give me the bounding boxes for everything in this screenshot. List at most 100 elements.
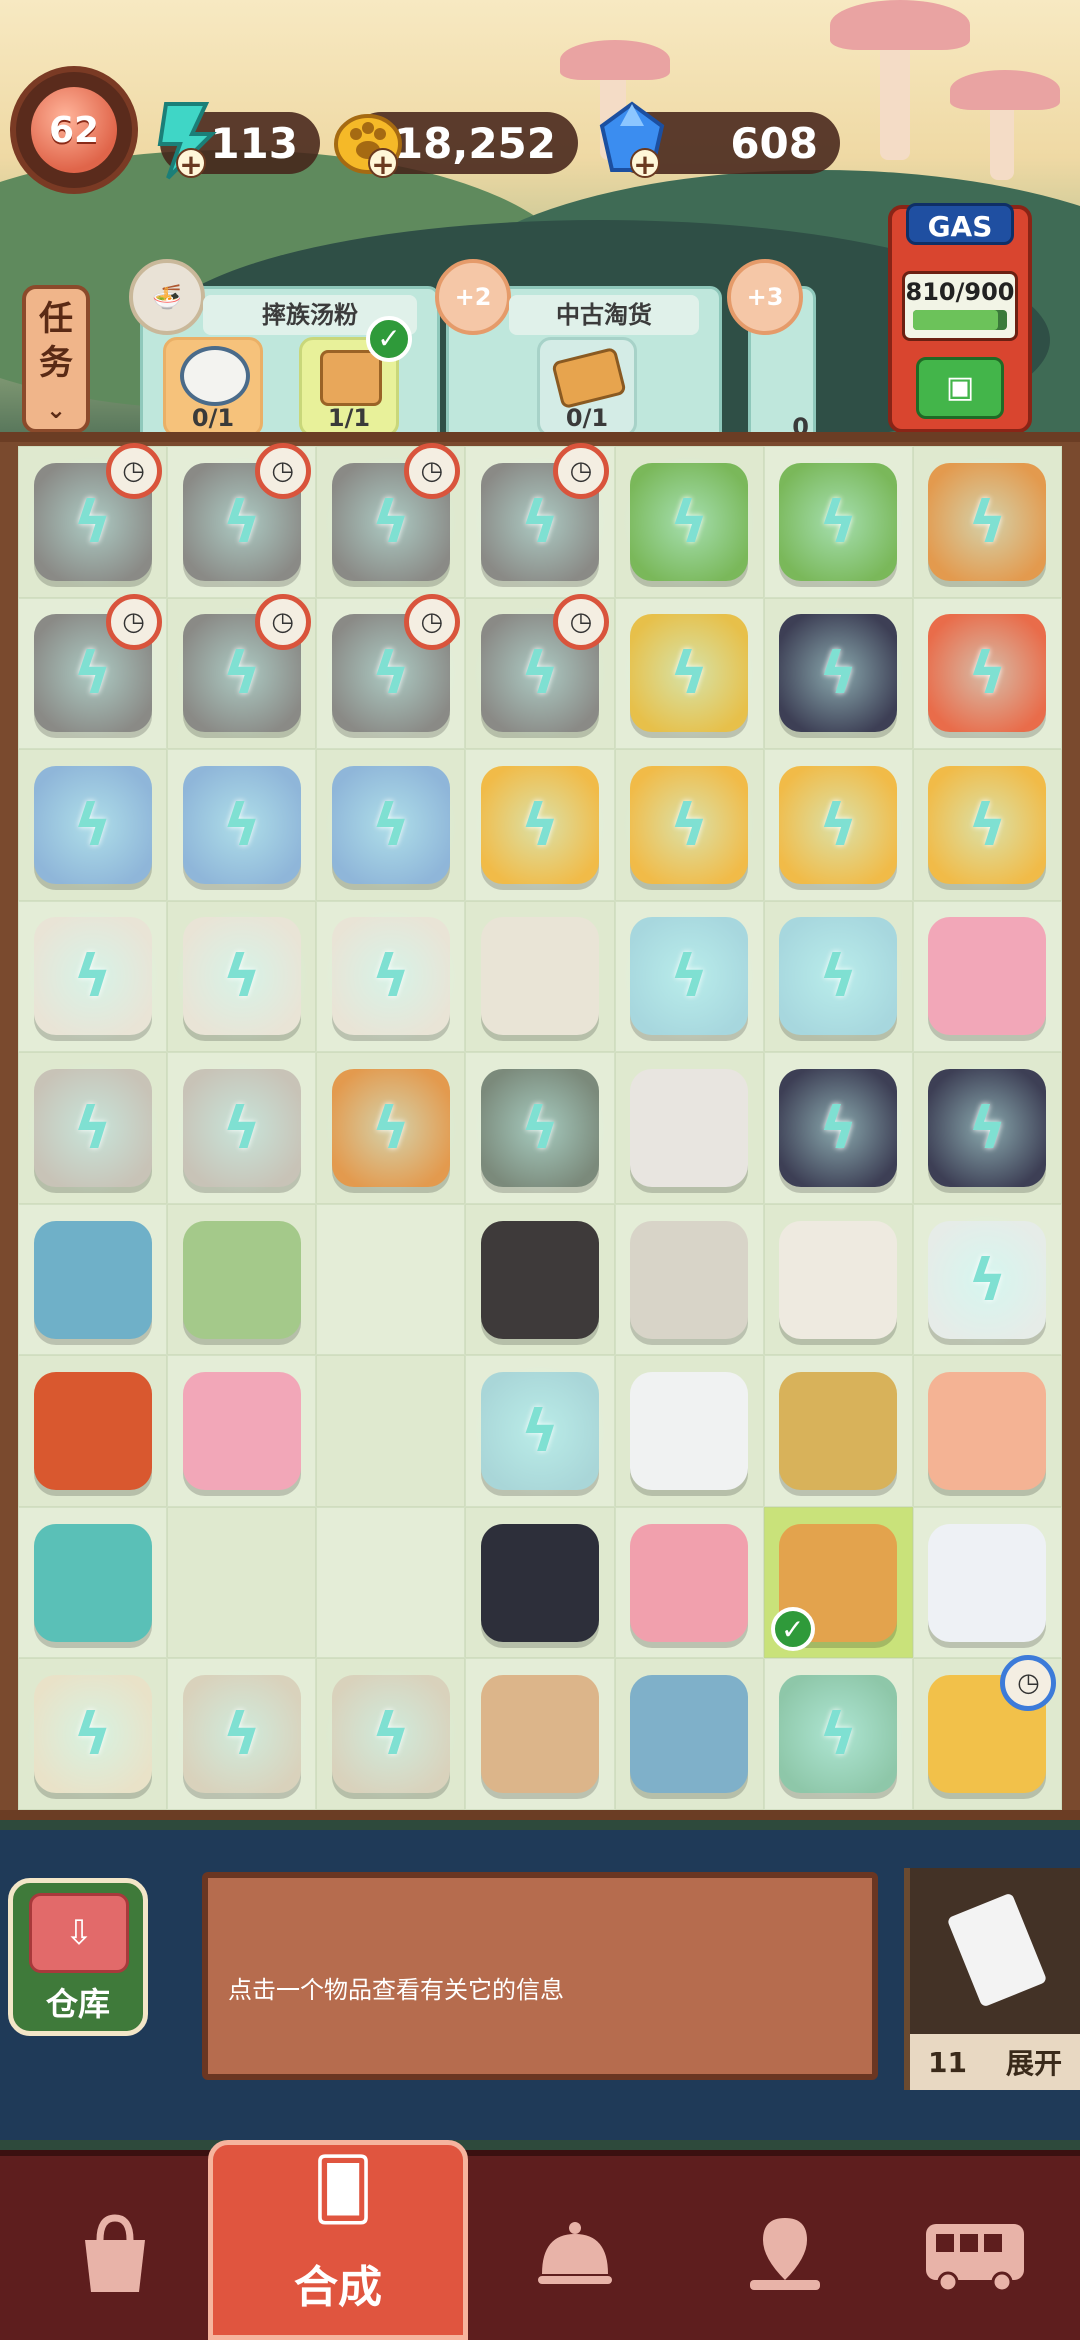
timer-item-icon[interactable]: ϟ ◷ bbox=[25, 594, 162, 741]
basket-item-icon[interactable]: ϟ bbox=[25, 1060, 160, 1195]
board-cell[interactable]: ϟ bbox=[465, 1355, 615, 1507]
cloth-item-icon[interactable] bbox=[928, 1523, 1047, 1642]
board-cell[interactable]: ϟ bbox=[763, 446, 913, 598]
board-cell[interactable]: ϟ bbox=[912, 749, 1062, 901]
brush-item-icon[interactable] bbox=[182, 1372, 301, 1491]
board-cell[interactable]: ϟ ◷ bbox=[316, 442, 466, 598]
box-item-icon[interactable]: ϟ bbox=[622, 757, 757, 892]
printer-item-icon[interactable] bbox=[480, 917, 599, 1036]
board-cell[interactable]: ϟ bbox=[912, 1052, 1062, 1204]
board-cell[interactable]: ϟ ◷ bbox=[167, 442, 317, 598]
board-cell[interactable]: ϟ bbox=[18, 749, 168, 901]
timer-item-icon[interactable]: ϟ ◷ bbox=[174, 442, 311, 589]
board-cell[interactable] bbox=[614, 1658, 764, 1810]
warehouse-button[interactable]: ⇩ 仓库 bbox=[8, 1878, 148, 2036]
board-cell[interactable]: ϟ bbox=[912, 597, 1062, 750]
roller-item-icon[interactable]: ϟ bbox=[771, 1667, 906, 1802]
board-cell[interactable]: ϟ bbox=[763, 900, 913, 1053]
board-cell[interactable] bbox=[18, 1203, 168, 1356]
printer-item-icon[interactable]: ϟ bbox=[174, 909, 309, 1044]
board-cell[interactable] bbox=[316, 1506, 466, 1659]
add-coin-button[interactable]: + bbox=[368, 148, 398, 180]
tin-item-icon[interactable] bbox=[33, 1523, 152, 1642]
player-level-badge[interactable]: 62 bbox=[10, 66, 138, 194]
notebook-item-icon[interactable]: ϟ bbox=[25, 757, 160, 892]
board-cell[interactable]: ϟ ◷ bbox=[18, 594, 168, 750]
timer-item-icon[interactable]: ϟ ◷ bbox=[25, 442, 162, 589]
add-energy-button[interactable]: + bbox=[176, 148, 206, 180]
jar-item-icon[interactable]: ϟ bbox=[920, 1060, 1055, 1195]
board-cell[interactable]: ϟ bbox=[763, 749, 913, 901]
rainbow-item-icon[interactable]: ϟ bbox=[920, 606, 1055, 741]
tray-item-icon[interactable] bbox=[480, 1675, 599, 1794]
hat-item-icon[interactable]: ϟ bbox=[622, 606, 757, 741]
basket-item-icon[interactable]: ϟ bbox=[174, 1060, 309, 1195]
board-cell[interactable] bbox=[465, 900, 615, 1053]
tree-item-icon[interactable]: ϟ bbox=[622, 454, 757, 589]
board-cell[interactable]: ϟ bbox=[912, 1203, 1062, 1356]
nav-bus-icon[interactable] bbox=[900, 2190, 1050, 2320]
case-item-icon[interactable]: ϟ bbox=[622, 909, 757, 1044]
board-cell[interactable] bbox=[614, 1355, 764, 1507]
timer-item-icon[interactable]: ϟ ◷ bbox=[323, 594, 460, 741]
nav-map-pin-icon[interactable] bbox=[710, 2190, 860, 2320]
box-item-icon[interactable]: ϟ bbox=[472, 757, 607, 892]
board-cell[interactable]: ϟ bbox=[614, 446, 764, 598]
board-cell[interactable]: ϟ ◷ bbox=[465, 594, 615, 750]
bed-item-icon[interactable]: ϟ bbox=[323, 1667, 458, 1802]
cake-item-icon[interactable]: ϟ bbox=[472, 1364, 607, 1499]
bowl-item-icon[interactable] bbox=[630, 1220, 749, 1339]
requirement-lunchbox[interactable]: 1/1 ✓ bbox=[299, 316, 412, 437]
jar-item-icon[interactable]: ϟ bbox=[771, 606, 906, 741]
timer-item-icon[interactable]: ϟ ◷ bbox=[472, 594, 609, 741]
requirement-noodle-bowl[interactable]: 0/1 bbox=[163, 337, 263, 437]
board-cell[interactable]: ϟ bbox=[18, 1658, 168, 1810]
task-card[interactable]: +2 中古淘货 0/1 bbox=[435, 259, 722, 444]
task-card[interactable]: 🍜 摔族汤粉 0/1 1/1 ✓ bbox=[129, 259, 440, 444]
gas-refill-button[interactable]: ▣ bbox=[916, 357, 1004, 419]
drone-item-icon[interactable]: ◷ bbox=[928, 1655, 1057, 1794]
tasks-tab[interactable]: 任务 ⌄ bbox=[22, 285, 90, 433]
board-cell[interactable] bbox=[18, 1355, 168, 1507]
picture-item-icon[interactable] bbox=[630, 1675, 749, 1794]
bottles-item-icon[interactable] bbox=[630, 1372, 749, 1491]
bed-item-icon[interactable]: ϟ bbox=[174, 1667, 309, 1802]
task-card-partial[interactable]: +3 0 bbox=[727, 259, 816, 444]
brush-item-icon[interactable] bbox=[928, 917, 1047, 1036]
board-cell[interactable]: ϟ bbox=[18, 1052, 168, 1204]
board-cell[interactable]: ϟ bbox=[18, 900, 168, 1053]
board-cell[interactable]: ϟ bbox=[167, 749, 317, 901]
ink-item-icon[interactable] bbox=[630, 1068, 749, 1187]
bag-item-icon[interactable] bbox=[779, 1220, 898, 1339]
pot-item-icon[interactable]: ϟ bbox=[323, 1060, 458, 1195]
board-cell[interactable] bbox=[912, 900, 1062, 1053]
board-cell[interactable]: ϟ bbox=[763, 597, 913, 750]
board-cell[interactable] bbox=[316, 1355, 466, 1507]
pan-item-icon[interactable]: ϟ bbox=[472, 1060, 607, 1195]
cup-item-icon[interactable] bbox=[630, 1523, 749, 1642]
board-cell[interactable]: ϟ bbox=[614, 900, 764, 1053]
board-cell[interactable]: ϟ bbox=[912, 446, 1062, 598]
sauce-item-icon[interactable] bbox=[33, 1372, 152, 1491]
board-cell[interactable]: ϟ ◷ bbox=[167, 594, 317, 750]
notebook-item-icon[interactable]: ϟ bbox=[323, 757, 458, 892]
ink-bottle-item-icon[interactable] bbox=[480, 1523, 599, 1642]
board-cell[interactable]: ϟ bbox=[316, 1658, 466, 1810]
nav-shop-bag-icon[interactable] bbox=[40, 2190, 190, 2320]
board-cell[interactable]: ϟ bbox=[465, 749, 615, 901]
board-cell[interactable] bbox=[465, 1658, 615, 1810]
nav-service-bell-icon[interactable] bbox=[500, 2190, 650, 2320]
board-cell[interactable] bbox=[912, 1506, 1062, 1659]
box-item-icon[interactable]: ϟ bbox=[771, 757, 906, 892]
board-cell[interactable] bbox=[167, 1506, 317, 1659]
mat-item-icon[interactable] bbox=[779, 1372, 898, 1491]
pot-item-icon[interactable]: ϟ bbox=[920, 454, 1055, 589]
board-cell[interactable]: ϟ bbox=[167, 900, 317, 1053]
timer-item-icon[interactable]: ϟ ◷ bbox=[472, 442, 609, 589]
case-item-icon[interactable]: ϟ bbox=[771, 909, 906, 1044]
shrimp-item-icon[interactable] bbox=[480, 1220, 599, 1339]
printer-item-icon[interactable]: ϟ bbox=[25, 909, 160, 1044]
nav-merge-tab[interactable]: 🂠 合成 bbox=[208, 2140, 468, 2340]
printer-item-icon[interactable]: ϟ bbox=[323, 909, 458, 1044]
board-cell[interactable] bbox=[167, 1203, 317, 1356]
